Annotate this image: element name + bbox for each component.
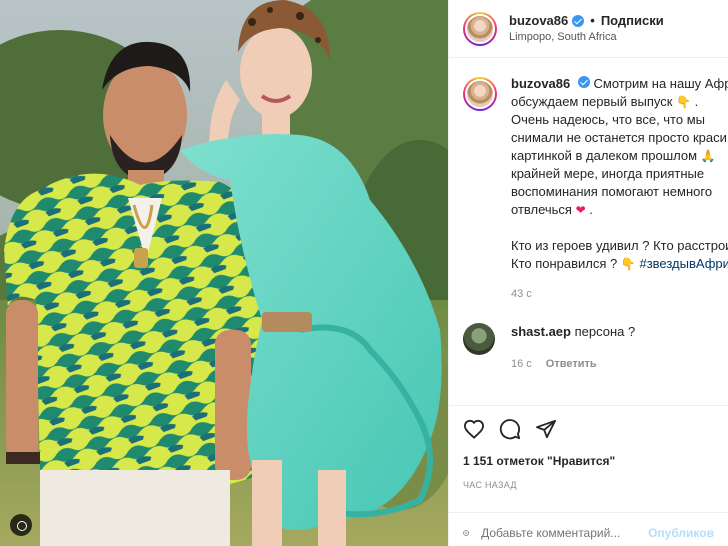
publish-button[interactable]: Опубликов: [648, 526, 714, 540]
caption-line-8: отвлечься ❤ .: [511, 201, 728, 219]
caption-text: отвлечься: [511, 202, 572, 217]
photo-image: [0, 0, 448, 546]
comments-section[interactable]: buzova86 Смотрим на нашу Афри обсуждаем …: [449, 59, 728, 405]
caption-timestamp[interactable]: 43 с: [511, 285, 728, 303]
caption-line-9: Кто из героев удивил ? Кто расстрои: [511, 238, 728, 253]
caption-text: .: [694, 94, 699, 109]
caption-line-7: воспоминания помогают немного: [511, 184, 713, 199]
post-header: buzova86 • Подписки Limpopo, South Afric…: [449, 0, 728, 58]
author-avatar[interactable]: [463, 11, 497, 46]
post-panel: buzova86 • Подписки Limpopo, South Afric…: [448, 0, 728, 546]
pointing-hand-emoji: 👇: [620, 257, 636, 271]
post-caption: buzova86 Смотрим на нашу Афри обсуждаем …: [449, 59, 728, 303]
caption-text: обсуждаем первый выпуск: [511, 94, 673, 109]
post-actions: 1 151 отметок "Нравится" ЧАС НАЗАД: [449, 405, 728, 490]
comment-text: персона ?: [574, 324, 636, 339]
share-icon[interactable]: [535, 419, 557, 439]
commenter-avatar[interactable]: [463, 323, 495, 355]
caption-text: Кто понравился ?: [511, 256, 618, 271]
caption-line-6: крайней мере, иногда приятные: [511, 166, 705, 181]
caption-line-5: картинкой в далеком прошлом 🙏: [511, 147, 728, 165]
tagged-users-button[interactable]: [10, 514, 32, 536]
caption-line-4: снимали не останется просто краси: [511, 130, 727, 145]
emoji-icon[interactable]: [463, 522, 469, 544]
praying-hands-emoji: 🙏: [700, 149, 716, 163]
caption-line-10: Кто понравился ? 👇 #звездывАфри: [511, 255, 728, 273]
verified-icon: [577, 76, 590, 88]
likes-count[interactable]: 1 151 отметок "Нравится": [463, 454, 714, 468]
add-comment-bar: Опубликов: [449, 512, 728, 546]
header-separator: •: [590, 12, 595, 28]
comment-timestamp[interactable]: 16 с: [511, 355, 532, 373]
post-location[interactable]: Limpopo, South Africa: [509, 31, 664, 45]
heart-icon[interactable]: [463, 419, 485, 439]
comment-input[interactable]: [481, 525, 637, 540]
caption-avatar[interactable]: [463, 77, 497, 111]
caption-line-1: buzova86 Смотрим на нашу Афри: [511, 75, 728, 93]
red-heart-emoji: ❤: [575, 203, 586, 217]
comment-icon[interactable]: [499, 418, 521, 440]
caption-username[interactable]: buzova86: [511, 76, 570, 91]
commenter-username[interactable]: shast.aep: [511, 324, 571, 339]
pointing-hand-emoji: 👇: [676, 95, 691, 109]
caption-line-2: обсуждаем первый выпуск 👇 .: [511, 93, 728, 111]
hashtag-link[interactable]: #звездывАфри: [639, 256, 728, 271]
following-button[interactable]: Подписки: [601, 13, 664, 29]
post-timestamp[interactable]: ЧАС НАЗАД: [463, 480, 714, 490]
comment-item: shast.aep персона ? 16 с Ответить: [449, 303, 728, 373]
caption-line-3: Очень надеюсь, что все, что мы: [511, 112, 705, 127]
post-photo[interactable]: [0, 0, 448, 546]
verified-icon: [572, 14, 585, 27]
author-username[interactable]: buzova86: [509, 13, 568, 29]
reply-button[interactable]: Ответить: [546, 355, 597, 373]
caption-text: .: [589, 202, 593, 217]
caption-text: Смотрим на нашу Афри: [593, 76, 728, 91]
caption-text: картинкой в далеком прошлом: [511, 148, 698, 163]
